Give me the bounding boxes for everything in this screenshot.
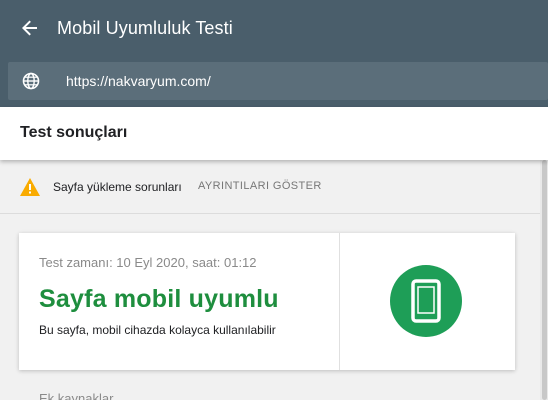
results-header: Test sonuçları [0,107,548,160]
page-load-issues-row: Sayfa yükleme sorunları AYRINTILARI GÖST… [0,160,540,214]
show-details-link[interactable]: AYRINTILARI GÖSTER [198,180,322,192]
test-time: Test zamanı: 10 Eyl 2020, saat: 01:12 [39,255,257,270]
url-text: https://nakvaryum.com/ [66,73,211,89]
app-title: Mobil Uyumluluk Testi [57,18,233,38]
arrow-left-icon [22,20,37,36]
mobile-friendly-badge [390,265,462,337]
result-title: Sayfa mobil uyumlu [39,285,279,313]
top-app-bar: Mobil Uyumluluk Testi https://nakvaryum.… [0,0,548,107]
card-divider [339,233,340,370]
page-title: Test sonuçları [20,124,128,141]
result-subtitle: Bu sayfa, mobil cihazda kolayca kullanıl… [39,323,276,337]
warning-icon [20,178,40,196]
back-button[interactable] [16,14,44,42]
additional-resources-heading: Ek kaynaklar [39,391,114,400]
url-field[interactable]: https://nakvaryum.com/ [8,62,548,100]
globe-icon [22,72,40,90]
result-card: Test zamanı: 10 Eyl 2020, saat: 01:12 Sa… [19,233,515,370]
smartphone-icon [411,279,441,323]
scrollbar-thumb[interactable] [542,160,547,400]
warning-text: Sayfa yükleme sorunları [53,180,182,194]
